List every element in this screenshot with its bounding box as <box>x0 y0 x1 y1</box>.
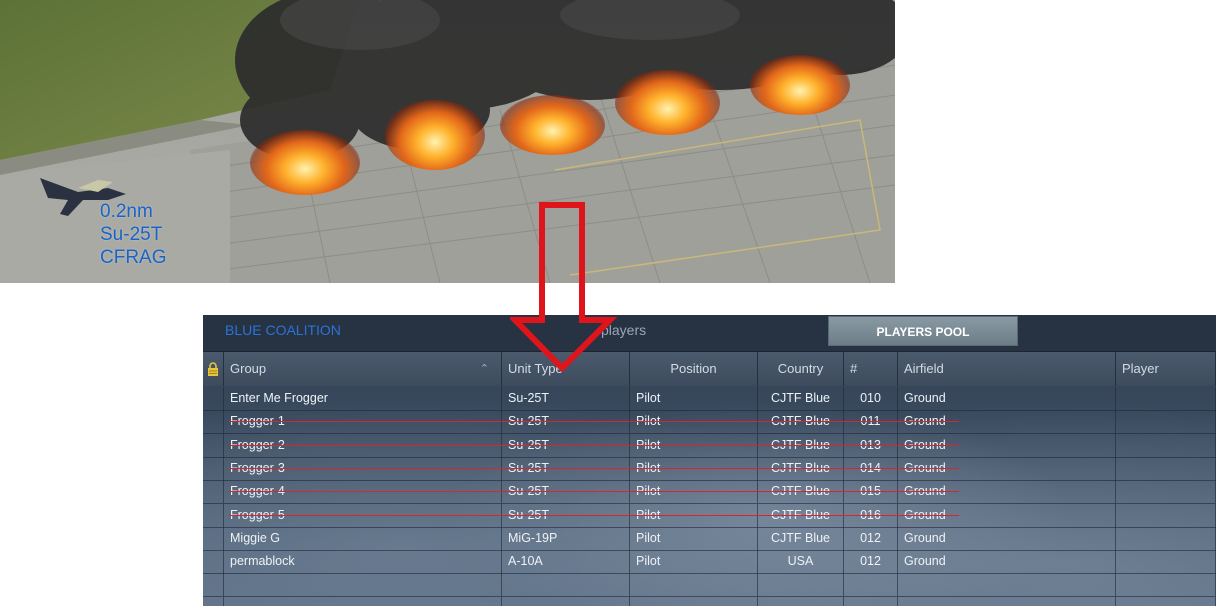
cell-player <box>1116 526 1216 550</box>
cell-lock <box>203 526 224 550</box>
empty-cell <box>224 573 502 597</box>
empty-cell <box>224 596 502 606</box>
column-header-player[interactable]: Player <box>1116 352 1216 386</box>
cell-number: 012 <box>844 550 898 574</box>
cell-position: Pilot <box>630 526 758 550</box>
cell-player <box>1116 503 1216 527</box>
cell-lock <box>203 387 224 410</box>
column-header-label: Group <box>230 361 267 376</box>
empty-cell <box>1116 573 1216 597</box>
cell-unit-type: Su-25T <box>502 387 630 410</box>
cell-lock <box>203 456 224 480</box>
cell-player <box>1116 480 1216 504</box>
column-header-label: Country <box>777 361 824 376</box>
column-header-label: Position <box>670 361 717 376</box>
cell-player <box>1116 410 1216 434</box>
cell-group: permablock <box>224 550 502 574</box>
table-row[interactable]: Frogger-5 Su-25T Pilot CJTF Blue 016 Ground <box>203 503 1216 528</box>
empty-table-row <box>203 596 1216 606</box>
cell-player <box>1116 387 1216 410</box>
empty-cell <box>502 573 630 597</box>
cell-number: 012 <box>844 526 898 550</box>
strike-through-line <box>229 491 959 493</box>
column-header-label: # <box>850 361 858 376</box>
burning-aircraft <box>750 55 850 115</box>
burning-aircraft <box>250 130 360 195</box>
table-row[interactable]: Frogger-1 Su-25T Pilot CJTF Blue 011 Ground <box>203 410 1216 435</box>
empty-cell <box>758 596 844 606</box>
slot-selection-panel: BLUE COALITION players PLAYERS POOL Grou… <box>203 315 1216 606</box>
table-row[interactable]: Frogger-3 Su-25T Pilot CJTF Blue 014 Ground <box>203 456 1216 481</box>
empty-cell <box>844 573 898 597</box>
strike-through-line <box>229 514 959 516</box>
cell-lock <box>203 550 224 574</box>
sort-chevron-icon: ⌃ <box>479 363 489 375</box>
table-row[interactable]: permablock A-10A Pilot USA 012 Ground <box>203 550 1216 575</box>
strike-through-line <box>229 421 959 423</box>
cell-country: CJTF Blue <box>758 387 844 410</box>
panel-topbar: BLUE COALITION players PLAYERS POOL <box>203 315 1216 352</box>
strike-through-line <box>229 467 959 469</box>
cell-unit-type: MiG-19P <box>502 526 630 550</box>
empty-cell <box>844 596 898 606</box>
cell-group: Miggie G <box>224 526 502 550</box>
strike-through-line <box>229 444 959 446</box>
cell-lock <box>203 480 224 504</box>
table-row[interactable]: Frogger-4 Su-25T Pilot CJTF Blue 015 Ground <box>203 480 1216 505</box>
cell-lock <box>203 503 224 527</box>
cell-airfield: Ground <box>898 526 1116 550</box>
unit-group-label: CFRAG <box>100 247 167 268</box>
empty-cell <box>203 573 224 597</box>
cell-country: CJTF Blue <box>758 526 844 550</box>
table-row[interactable]: Frogger-2 Su-25T Pilot CJTF Blue 013 Ground <box>203 433 1216 458</box>
cell-lock <box>203 410 224 434</box>
cell-player <box>1116 433 1216 457</box>
empty-cell <box>203 596 224 606</box>
cell-player <box>1116 550 1216 574</box>
players-pool-button[interactable]: PLAYERS POOL <box>828 316 1018 346</box>
empty-cell <box>898 596 1116 606</box>
burning-aircraft <box>615 70 720 135</box>
empty-cell <box>502 596 630 606</box>
annotation-arrow <box>510 202 618 373</box>
cell-unit-type: A-10A <box>502 550 630 574</box>
lock-icon <box>208 362 218 376</box>
empty-cell <box>630 573 758 597</box>
unit-type-label: Su-25T <box>100 224 163 245</box>
cell-number: 010 <box>844 387 898 410</box>
empty-cell <box>758 573 844 597</box>
coalition-title: BLUE COALITION <box>225 322 341 338</box>
column-header-position[interactable]: Position <box>630 352 758 386</box>
empty-cell <box>898 573 1116 597</box>
lock-column-header[interactable] <box>203 352 224 386</box>
cell-airfield: Ground <box>898 387 1116 410</box>
column-header-label: Player <box>1122 361 1159 376</box>
cell-position: Pilot <box>630 550 758 574</box>
burning-aircraft <box>500 95 605 155</box>
unit-distance-label: 0.2nm <box>100 201 153 222</box>
column-header-group[interactable]: Group ⌃ <box>224 352 502 386</box>
column-header-airfield[interactable]: Airfield <box>898 352 1116 386</box>
empty-table-row <box>203 573 1216 598</box>
cell-position: Pilot <box>630 387 758 410</box>
column-header-number[interactable]: # <box>844 352 898 386</box>
cell-group: Enter Me Frogger <box>224 387 502 410</box>
burning-aircraft <box>385 100 485 170</box>
table-row[interactable]: Enter Me Frogger Su-25T Pilot CJTF Blue 010 G… <box>203 387 1216 411</box>
column-header-label: Airfield <box>904 361 944 376</box>
cell-country: USA <box>758 550 844 574</box>
table-row[interactable]: Miggie G MiG-19P Pilot CJTF Blue 012 Ground <box>203 526 1216 551</box>
cell-player <box>1116 456 1216 480</box>
cell-lock <box>203 433 224 457</box>
empty-cell <box>630 596 758 606</box>
game-viewport: 0.2nm Su-25T CFRAG <box>0 0 895 283</box>
empty-cell <box>1116 596 1216 606</box>
cell-airfield: Ground <box>898 550 1116 574</box>
column-header-country[interactable]: Country <box>758 352 844 386</box>
